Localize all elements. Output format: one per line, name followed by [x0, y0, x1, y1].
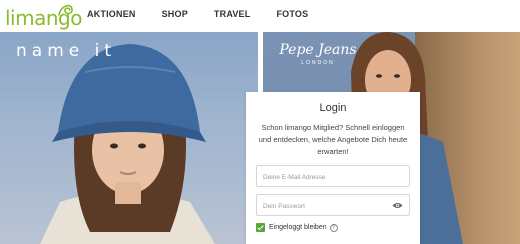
- password-input[interactable]: [257, 196, 409, 217]
- logo-swirl-icon: [58, 4, 73, 16]
- remember-me-row: Eingeloggt bleiben ?: [256, 223, 410, 232]
- email-input[interactable]: [257, 167, 409, 188]
- site-header: limango AKTIONEN SHOP TRAVEL FOTOS: [0, 0, 520, 32]
- main-nav: AKTIONEN SHOP TRAVEL FOTOS: [87, 9, 334, 19]
- eye-icon[interactable]: [392, 201, 403, 210]
- login-card: Login Schon limango Mitglied? Schnell ei…: [246, 92, 420, 244]
- password-field-wrapper: [256, 194, 410, 217]
- login-title: Login: [319, 102, 347, 114]
- login-description: Schon limango Mitglied? Schnell einlogge…: [258, 123, 408, 156]
- remember-me-label: Eingeloggt bleiben: [269, 224, 327, 231]
- pepe-jeans-wordmark: Pepe Jeans: [279, 42, 357, 58]
- nav-shop[interactable]: SHOP: [162, 9, 188, 19]
- name-it-brand-logo: name it: [16, 41, 117, 61]
- help-icon[interactable]: ?: [329, 223, 338, 232]
- remember-me-checkbox[interactable]: [256, 223, 265, 232]
- limango-logo[interactable]: limango: [5, 3, 82, 29]
- email-field-wrapper: [256, 165, 410, 188]
- nav-aktionen[interactable]: AKTIONEN: [87, 9, 136, 19]
- name-it-campaign-image[interactable]: name it: [0, 32, 258, 244]
- nav-fotos[interactable]: FOTOS: [276, 9, 308, 19]
- pepe-jeans-london: LONDON: [301, 60, 335, 66]
- pepe-jeans-brand-logo: Pepe Jeans LONDON: [273, 42, 363, 66]
- child-photo: [40, 44, 215, 244]
- nav-travel[interactable]: TRAVEL: [214, 9, 251, 19]
